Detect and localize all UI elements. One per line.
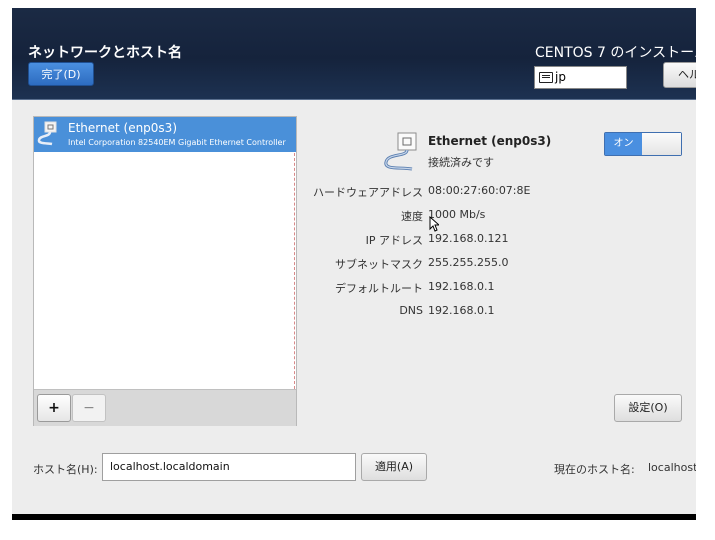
device-name: Ethernet (enp0s3) xyxy=(68,121,177,135)
dns-value: 192.168.0.1 xyxy=(428,304,495,317)
ethernet-icon xyxy=(384,132,417,171)
keyboard-layout-label: jp xyxy=(555,70,566,84)
device-description: Intel Corporation 82540EM Gigabit Ethern… xyxy=(68,138,286,147)
list-item[interactable]: Ethernet (enp0s3) Intel Corporation 8254… xyxy=(34,117,296,152)
subnet-mask-label: サブネットマスク xyxy=(335,258,423,271)
subnet-mask-value: 255.255.255.0 xyxy=(428,256,509,269)
header-bar: ネットワークとホスト名 完了(D) CENTOS 7 のインストール jp ヘル… xyxy=(12,8,696,100)
bottom-border xyxy=(12,514,696,520)
device-list[interactable]: Ethernet (enp0s3) Intel Corporation 8254… xyxy=(33,116,297,426)
speed-label: 速度 xyxy=(401,210,423,223)
add-device-button[interactable]: + xyxy=(37,394,71,422)
toggle-knob[interactable] xyxy=(642,133,681,155)
done-button[interactable]: 完了(D) xyxy=(28,62,94,86)
current-hostname-value: localhost xyxy=(648,461,696,474)
default-route-value: 192.168.0.1 xyxy=(428,280,495,293)
page-title: ネットワークとホスト名 xyxy=(28,45,182,61)
mouse-cursor-icon xyxy=(429,216,439,232)
hostname-input[interactable]: localhost.localdomain xyxy=(102,453,356,481)
toggle-on-label: オン xyxy=(605,133,642,155)
dns-label: DNS xyxy=(399,304,423,317)
settings-button[interactable]: 設定(O) xyxy=(614,394,682,422)
main-panel: Ethernet (enp0s3) Intel Corporation 8254… xyxy=(12,100,696,514)
connection-status: 接続済みです xyxy=(428,156,494,169)
list-toolbar: + − xyxy=(34,389,296,426)
default-route-label: デフォルトルート xyxy=(335,282,423,295)
apply-button[interactable]: 適用(A) xyxy=(361,453,427,481)
help-button[interactable]: ヘルプ xyxy=(663,62,696,88)
connection-name: Ethernet (enp0s3) xyxy=(428,134,552,148)
ethernet-icon xyxy=(37,121,57,146)
ip-address-label: IP アドレス xyxy=(365,234,423,247)
installer-window: ネットワークとホスト名 完了(D) CENTOS 7 のインストール jp ヘル… xyxy=(12,8,696,520)
hardware-address-label: ハードウェアアドレス xyxy=(313,186,423,199)
keyboard-icon xyxy=(539,72,553,83)
connection-toggle[interactable]: オン xyxy=(604,132,682,156)
ip-address-value: 192.168.0.121 xyxy=(428,232,509,245)
hostname-label: ホスト名(H): xyxy=(33,463,98,476)
hardware-address-value: 08:00:27:60:07:8E xyxy=(428,184,531,197)
current-hostname-label: 現在のホスト名: xyxy=(554,463,635,476)
remove-device-button[interactable]: − xyxy=(72,394,106,422)
install-title: CENTOS 7 のインストール xyxy=(535,45,696,61)
keyboard-layout-indicator[interactable]: jp xyxy=(534,66,627,89)
